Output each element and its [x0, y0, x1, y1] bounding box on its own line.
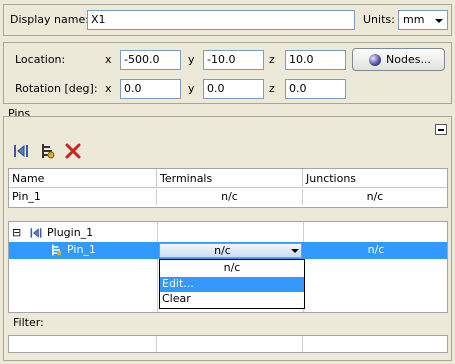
- transform-panel: Location: x -500.0 y -10.0 z 10.0 Nodes.…: [3, 42, 452, 104]
- filter-input-name[interactable]: [9, 336, 157, 352]
- location-x-input[interactable]: -500.0: [120, 50, 181, 70]
- filter-row: [8, 335, 448, 353]
- delete-x-icon: [65, 143, 81, 159]
- terminals-dropdown-value: n/c: [214, 244, 231, 257]
- table-row[interactable]: Pin_1 n/c n/c: [9, 188, 447, 207]
- pin-junctions-cell[interactable]: n/c: [303, 189, 447, 205]
- expander-icon[interactable]: ⊟: [12, 225, 21, 241]
- column-header-terminals[interactable]: Terminals: [157, 169, 303, 188]
- rotation-z-input[interactable]: 0.0: [285, 79, 346, 99]
- general-panel: Display name: X1 Units: mm: [3, 4, 452, 36]
- collapse-button[interactable]: [435, 124, 447, 135]
- pins-panel: Name Terminals Junctions Pin_1 n/c n/c ⊟…: [3, 116, 452, 361]
- pin-icon: [52, 244, 62, 256]
- terminals-dropdown[interactable]: n/c: [159, 243, 302, 258]
- pins-table: Name Terminals Junctions Pin_1 n/c n/c: [8, 168, 448, 208]
- rotation-z-label: z: [269, 82, 275, 95]
- plugin-icon: [30, 228, 42, 238]
- terminals-dropdown-list: n/c Edit... Clear: [159, 259, 305, 309]
- filter-label: Filter:: [13, 316, 44, 329]
- tree-plugin-label: Plugin_1: [47, 226, 94, 239]
- location-y-label: y: [188, 53, 195, 66]
- nodes-button-label: Nodes...: [386, 53, 431, 66]
- filter-input-junctions[interactable]: [303, 336, 447, 352]
- location-x-label: x: [105, 53, 112, 66]
- filter-input-terminals[interactable]: [157, 336, 303, 352]
- rotation-y-input[interactable]: 0.0: [203, 79, 264, 99]
- column-header-junctions[interactable]: Junctions: [303, 169, 447, 188]
- rotation-x-input[interactable]: 0.0: [120, 79, 181, 99]
- delete-button[interactable]: [64, 142, 82, 160]
- units-label: Units:: [363, 13, 395, 26]
- units-select[interactable]: mm: [398, 10, 448, 30]
- location-label: Location:: [15, 53, 66, 66]
- minus-icon: [438, 129, 444, 131]
- location-z-label: z: [269, 53, 275, 66]
- rotation-label: Rotation [deg]:: [15, 82, 98, 95]
- column-header-name[interactable]: Name: [9, 169, 157, 188]
- location-z-input[interactable]: 10.0: [285, 50, 346, 70]
- sphere-icon: [369, 54, 381, 66]
- location-y-input[interactable]: -10.0: [203, 50, 264, 70]
- dropdown-option-edit[interactable]: Edit...: [160, 277, 304, 292]
- nodes-button[interactable]: Nodes...: [352, 48, 445, 71]
- tree-pin-label: Pin_1: [67, 243, 96, 256]
- pins-toolbar: [8, 139, 448, 163]
- display-name-label: Display name:: [10, 13, 89, 26]
- pin-terminals-cell[interactable]: n/c: [157, 189, 303, 205]
- dropdown-option-clear[interactable]: Clear: [160, 292, 304, 308]
- add-pin-button[interactable]: [38, 142, 56, 160]
- chevron-down-icon: [435, 19, 443, 23]
- rotation-y-label: y: [188, 82, 195, 95]
- display-name-input[interactable]: X1: [87, 10, 355, 30]
- chevron-down-icon: [291, 249, 299, 253]
- plugin-icon: [14, 144, 28, 158]
- units-value: mm: [403, 13, 425, 26]
- tree-pin-junctions: n/c: [367, 243, 385, 256]
- tree-row-pin-selected[interactable]: Pin_1 n/c n/c: [9, 242, 447, 259]
- plugin-tree-table: ⊟ Plugin_1 Pin_1 n/c n/c n/c Edit... Cle…: [8, 221, 448, 313]
- add-plugin-button[interactable]: [12, 142, 30, 160]
- dropdown-option-nc[interactable]: n/c: [160, 261, 304, 277]
- pin-name-cell[interactable]: Pin_1: [9, 189, 157, 205]
- pin-icon: [42, 144, 55, 159]
- tree-row-plugin[interactable]: ⊟ Plugin_1: [9, 225, 447, 242]
- rotation-x-label: x: [105, 82, 112, 95]
